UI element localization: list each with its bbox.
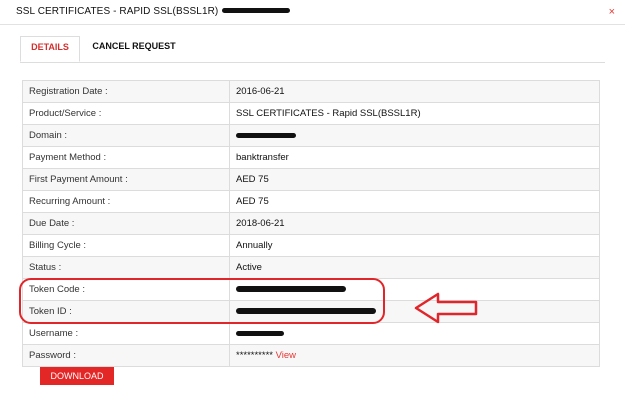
table-row: Domain : [22,124,600,147]
row-value: Active [229,256,600,279]
table-row: First Payment Amount : AED 75 [22,168,600,191]
download-button[interactable]: DOWNLOAD [40,367,114,385]
row-label: Due Date : [22,212,230,235]
table-row: Product/Service : SSL CERTIFICATES - Rap… [22,102,600,125]
row-value: AED 75 [229,168,600,191]
row-label: Payment Method : [22,146,230,169]
row-value: Annually [229,234,600,257]
modal-header: SSL CERTIFICATES - RAPID SSL(BSSL1R) × [0,0,625,25]
redaction-mark [236,330,284,336]
tab-cancel-request[interactable]: CANCEL REQUEST [86,36,182,61]
row-label: Status : [22,256,230,279]
close-icon[interactable]: × [609,6,615,18]
row-value: ********** View [229,344,600,367]
row-value: 2018-06-21 [229,212,600,235]
row-label: First Payment Amount : [22,168,230,191]
table-row: Registration Date : 2016-06-21 [22,80,600,103]
table-row: Due Date : 2018-06-21 [22,212,600,235]
password-mask: ********** [236,350,273,361]
row-label: Billing Cycle : [22,234,230,257]
tab-bar: DETAILS CANCEL REQUEST [20,36,605,63]
table-row: Payment Method : banktransfer [22,146,600,169]
row-value: AED 75 [229,190,600,213]
row-value: SSL CERTIFICATES - Rapid SSL(BSSL1R) [229,102,600,125]
redaction-mark [222,7,291,13]
row-label: Domain : [22,124,230,147]
row-value-redacted [229,124,600,147]
table-row: Password : ********** View [22,344,600,367]
row-label: Registration Date : [22,80,230,103]
row-label: Product/Service : [22,102,230,125]
view-password-link[interactable]: View [276,350,296,361]
row-label: Recurring Amount : [22,190,230,213]
row-label: Username : [22,322,230,345]
annotation-arrow-icon [414,292,478,324]
tab-details[interactable]: DETAILS [20,36,80,62]
row-value: 2016-06-21 [229,80,600,103]
row-label: Password : [22,344,230,367]
modal-title-text: SSL CERTIFICATES - RAPID SSL(BSSL1R) [16,6,219,17]
table-row: Recurring Amount : AED 75 [22,190,600,213]
table-row: Username : [22,322,600,345]
row-value: banktransfer [229,146,600,169]
table-row: Status : Active [22,256,600,279]
table-row: Billing Cycle : Annually [22,234,600,257]
redaction-mark [236,132,296,138]
modal-title: SSL CERTIFICATES - RAPID SSL(BSSL1R) [16,6,291,17]
annotation-highlight-box [19,278,385,324]
